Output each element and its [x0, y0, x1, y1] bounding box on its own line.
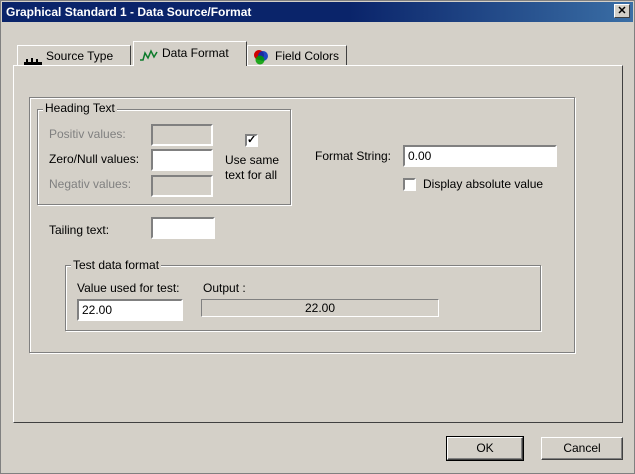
tab-label: Data Format	[162, 46, 229, 60]
use-same-text-label-line1: Use same	[225, 153, 280, 167]
positive-values-label: Positiv values:	[49, 127, 126, 141]
close-button[interactable]: ✕	[614, 4, 630, 18]
close-icon: ✕	[617, 5, 627, 17]
cancel-button[interactable]: Cancel	[541, 437, 623, 460]
window-title: Graphical Standard 1 - Data Source/Forma…	[6, 5, 252, 19]
tailing-text-label: Tailing text:	[49, 223, 110, 237]
use-same-text-checkbox[interactable]: ✓	[245, 134, 258, 147]
format-string-label: Format String:	[315, 149, 392, 163]
output-value: 22.00	[201, 299, 439, 317]
use-same-text-label: Use same text for all	[225, 153, 279, 183]
waveform-icon	[140, 46, 158, 68]
display-absolute-label: Display absolute value	[423, 177, 544, 191]
tab-label: Source Type	[46, 49, 114, 63]
heading-text-legend: Heading Text	[43, 101, 117, 115]
tab-data-format[interactable]: Data Format	[133, 41, 247, 66]
tab-source-type[interactable]: Source Type	[17, 45, 131, 66]
dialog-window: Graphical Standard 1 - Data Source/Forma…	[0, 0, 635, 474]
test-value-input[interactable]: 22.00	[77, 299, 183, 321]
format-string-input[interactable]: 0.00	[403, 145, 557, 167]
negative-values-label: Negativ values:	[49, 177, 132, 191]
ok-button[interactable]: OK	[446, 436, 524, 461]
test-data-format-group	[65, 265, 541, 331]
check-icon: ✓	[247, 134, 257, 146]
output-label: Output :	[203, 281, 246, 295]
use-same-text-label-line2: text for all	[225, 168, 278, 182]
display-absolute-checkbox[interactable]	[403, 178, 416, 191]
tab-field-colors[interactable]: Field Colors	[247, 45, 347, 66]
tailing-text-input[interactable]	[151, 217, 215, 239]
test-data-format-legend: Test data format	[71, 258, 162, 272]
zero-null-values-input[interactable]	[151, 149, 213, 171]
negative-values-input	[151, 175, 213, 197]
positive-values-input	[151, 124, 213, 146]
title-bar[interactable]: Graphical Standard 1 - Data Source/Forma…	[2, 2, 633, 22]
test-value-label: Value used for test:	[77, 281, 180, 295]
zero-null-values-label: Zero/Null values:	[49, 152, 140, 166]
tab-label: Field Colors	[275, 49, 340, 63]
